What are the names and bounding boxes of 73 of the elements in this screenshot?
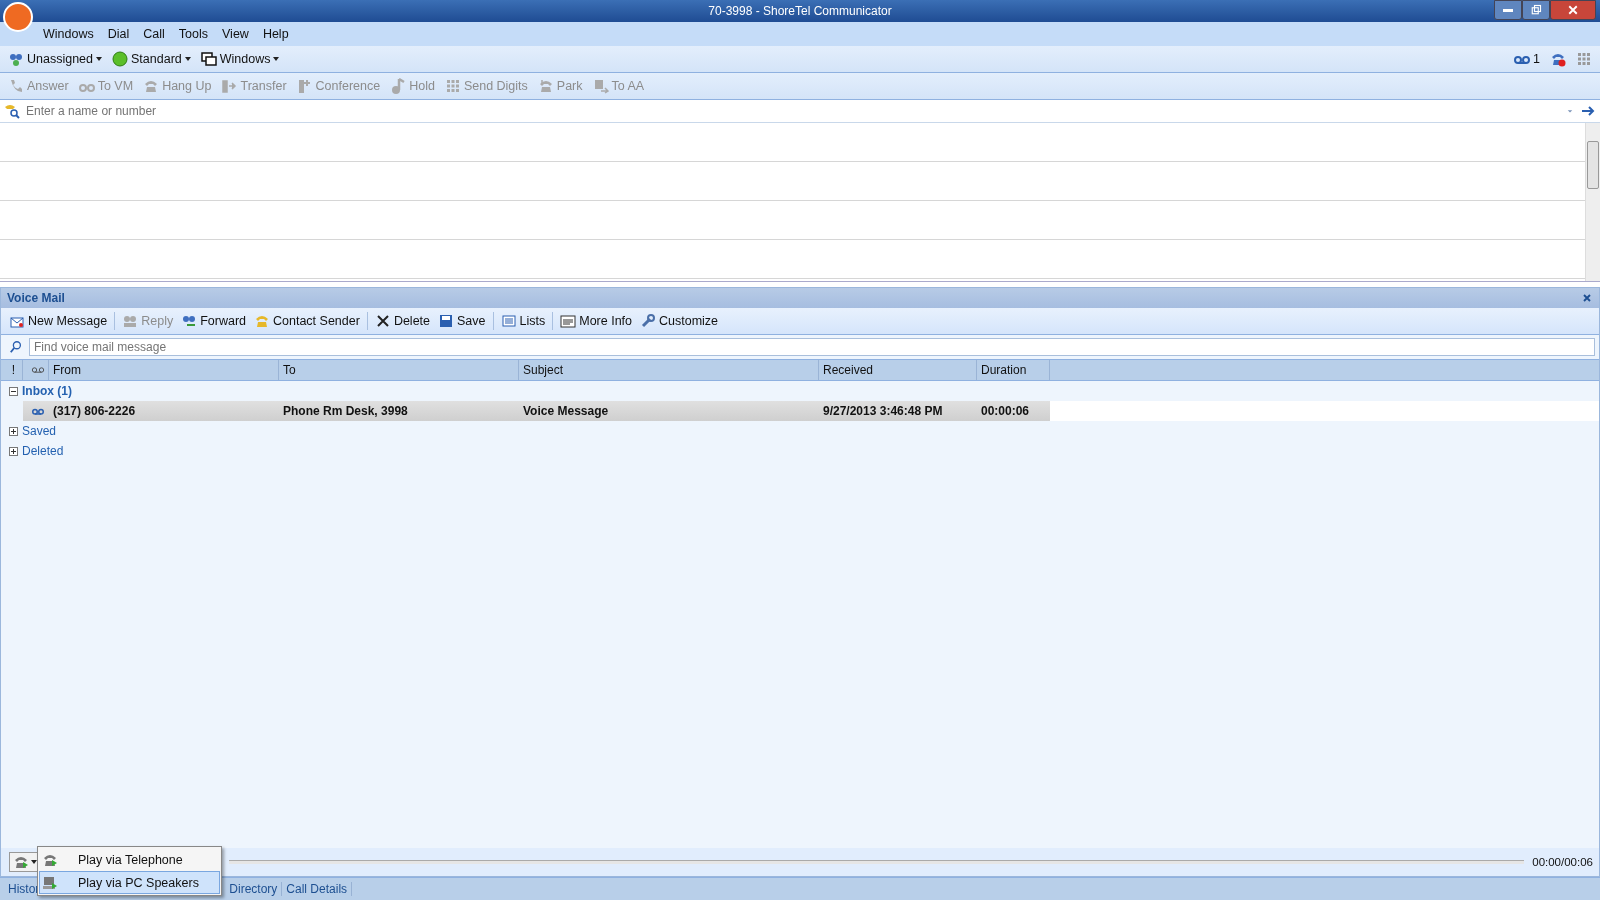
toolbar-button[interactable]: Save — [435, 311, 489, 331]
close-button[interactable] — [1550, 0, 1596, 20]
column-header[interactable]: Received — [823, 363, 874, 377]
menu-item[interactable]: Dial — [102, 25, 135, 43]
expander-icon[interactable] — [9, 386, 18, 396]
tab[interactable]: Call Details — [282, 882, 353, 896]
music-note-icon — [390, 78, 407, 94]
phone-play-icon — [13, 854, 29, 870]
message-row[interactable]: (317) 806-2226 Phone Rm Desk, 3998 Voice Message 9/27/2013 3:46:48 PM 00:00:06 — [23, 401, 1050, 421]
restore-icon — [1530, 4, 1542, 16]
menu-item[interactable]: Help — [257, 25, 294, 43]
playback-time: 00:00/00:06 — [1532, 856, 1593, 868]
toolbar-button[interactable]: New Message — [6, 311, 111, 331]
info-window-icon — [560, 313, 577, 329]
wrench-icon — [640, 313, 657, 329]
voicemail-indicator[interactable]: 1 — [1511, 49, 1543, 69]
dropdown-button[interactable]: Windows — [197, 49, 283, 69]
menu-item[interactable]: Play via PC Speakers — [39, 871, 220, 894]
phone-icon — [143, 78, 160, 94]
expander-icon[interactable] — [9, 426, 18, 436]
handset-icon — [8, 78, 24, 94]
computer-play-icon — [42, 874, 58, 891]
dropdown-button[interactable]: Unassigned — [5, 49, 105, 69]
keypad-icon — [1576, 51, 1592, 67]
menu-item[interactable]: Windows — [38, 25, 99, 43]
column-header[interactable]: To — [283, 363, 296, 377]
tab[interactable]: Directory — [225, 882, 283, 896]
toolbar-button[interactable]: Lists — [497, 311, 549, 331]
dial-field[interactable]: Enter a name or number — [24, 103, 1560, 119]
status-dot-icon — [112, 51, 128, 67]
column-header[interactable]: From — [53, 363, 81, 377]
group-label[interactable]: Deleted — [22, 444, 64, 458]
phone-search-icon — [4, 103, 20, 119]
column-header[interactable]: Subject — [523, 363, 564, 377]
table-cell: 9/27/2013 3:46:48 PM — [823, 404, 943, 418]
app-logo[interactable] — [3, 2, 33, 32]
people-icon — [122, 313, 139, 329]
panel-title: Voice Mail — [7, 291, 65, 305]
close-icon — [374, 313, 391, 329]
close-icon — [1567, 4, 1579, 16]
table-cell: (317) 806-2226 — [53, 404, 136, 418]
toolbar-button[interactable]: Customize — [637, 311, 722, 331]
expander-icon[interactable] — [9, 446, 18, 456]
column-header[interactable]: Duration — [981, 363, 1027, 377]
phone-icon — [254, 313, 270, 329]
window-title: 70-3998 - ShoreTel Communicator — [708, 4, 892, 18]
dropdown-button[interactable]: Standard — [109, 49, 194, 69]
close-icon — [1581, 292, 1593, 304]
phone-error-icon — [1550, 51, 1566, 67]
menu-item[interactable]: Tools — [173, 25, 213, 43]
toolbar-button[interactable]: More Info — [557, 311, 636, 331]
column-header[interactable]: ! — [11, 363, 16, 377]
keypad-icon — [444, 78, 461, 94]
table-cell: 00:00:06 — [981, 404, 1030, 418]
minimize-button[interactable] — [1494, 0, 1522, 20]
menu-item[interactable]: Call — [138, 25, 170, 43]
toolbar-button[interactable]: Delete — [371, 311, 433, 331]
search-icon — [9, 340, 23, 354]
toolbar-button[interactable]: Forward — [178, 311, 249, 331]
search-field[interactable]: Find voice mail message — [29, 338, 1595, 356]
group-label[interactable]: Saved — [22, 424, 57, 438]
menu-item[interactable]: Play via Telephone — [39, 848, 220, 871]
minimize-icon — [1503, 8, 1513, 12]
restore-button[interactable] — [1522, 0, 1550, 20]
toolbar-button[interactable]: Contact Sender — [251, 311, 363, 331]
table-cell: Phone Rm Desk, 3998 — [283, 404, 408, 418]
menu-item[interactable]: View — [217, 25, 254, 43]
scrollbar[interactable] — [1585, 123, 1600, 281]
windows-icon — [200, 51, 217, 67]
people-icon — [8, 51, 24, 67]
group-label[interactable]: Inbox (1) — [22, 384, 72, 398]
list-icon — [500, 313, 517, 329]
table-cell: Voice Message — [523, 404, 609, 418]
